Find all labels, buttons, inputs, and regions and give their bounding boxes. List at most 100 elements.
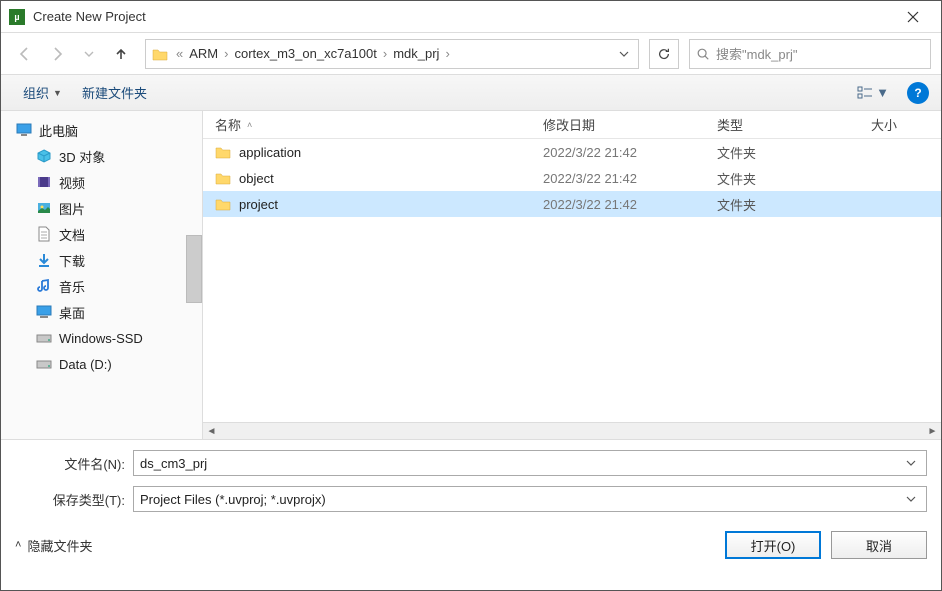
scroll-left-icon[interactable]: ◄	[203, 423, 220, 440]
sidebar-item-drive[interactable]: Data (D:)	[1, 351, 202, 377]
bottom-panel: 文件名(N): ds_cm3_prj 保存类型(T): Project File…	[1, 439, 941, 512]
main-area: 此电脑 3D 对象视频图片文档下载音乐桌面 Windows-SSD Data (D:)…	[1, 111, 941, 439]
folder-icon	[150, 44, 170, 64]
close-button[interactable]	[893, 1, 933, 33]
filetype-value: Project Files (*.uvproj; *.uvprojx)	[140, 492, 902, 507]
navigation-row: « ARM › cortex_m3_on_xc7a100t › mdk_prj …	[1, 33, 941, 75]
file-type: 文件夹	[705, 143, 859, 162]
file-row[interactable]: object 2022/3/22 21:42文件夹	[203, 165, 941, 191]
search-input[interactable]: 搜索"mdk_prj"	[689, 39, 931, 69]
footer: ˄ 隐藏文件夹 打开(O) 取消	[1, 522, 941, 568]
breadcrumb-cortex[interactable]: cortex_m3_on_xc7a100t	[230, 46, 380, 61]
file-type: 文件夹	[705, 195, 859, 214]
cancel-button[interactable]: 取消	[831, 531, 927, 559]
file-name: application	[239, 145, 301, 160]
up-button[interactable]	[107, 40, 135, 68]
filetype-label: 保存类型(T):	[15, 490, 133, 509]
sidebar-item-downloads[interactable]: 下载	[1, 247, 202, 273]
refresh-icon	[657, 47, 671, 61]
filename-value: ds_cm3_prj	[140, 456, 902, 471]
documents-icon	[35, 225, 53, 243]
sidebar-item-label: Data (D:)	[59, 357, 112, 372]
downloads-icon	[35, 251, 53, 269]
sidebar-item-label: 桌面	[59, 303, 85, 322]
window-title: Create New Project	[33, 9, 893, 24]
column-size[interactable]: 大小	[859, 115, 941, 134]
chevron-up-icon: ˄	[15, 539, 21, 551]
sidebar-item-label: 此电脑	[39, 121, 78, 140]
folder-icon	[215, 171, 231, 185]
sidebar-item-label: 视频	[59, 173, 85, 192]
music-icon	[35, 277, 53, 295]
breadcrumb-arm[interactable]: ARM	[185, 46, 222, 61]
open-button[interactable]: 打开(O)	[725, 531, 821, 559]
file-date: 2022/3/22 21:42	[531, 197, 705, 212]
pc-icon	[15, 121, 33, 139]
file-name: project	[239, 197, 278, 212]
recent-dropdown[interactable]	[75, 40, 103, 68]
sidebar-item-label: 3D 对象	[59, 147, 105, 166]
sidebar-item-label: 下载	[59, 251, 85, 270]
search-icon	[696, 47, 710, 61]
column-name[interactable]: 名称˄	[203, 115, 531, 134]
sidebar-item-3d[interactable]: 3D 对象	[1, 143, 202, 169]
hide-folders-toggle[interactable]: ˄ 隐藏文件夹	[15, 536, 92, 555]
horizontal-scrollbar[interactable]: ◄ ►	[203, 422, 941, 439]
folder-icon	[215, 197, 231, 211]
chevron-right-icon: ›	[222, 46, 230, 61]
folder-icon	[215, 145, 231, 159]
file-row[interactable]: application 2022/3/22 21:42文件夹	[203, 139, 941, 165]
chevron-right-icon: ›	[381, 46, 389, 61]
filetype-select[interactable]: Project Files (*.uvproj; *.uvprojx)	[133, 486, 927, 512]
desktop-icon	[35, 303, 53, 321]
forward-button[interactable]	[43, 40, 71, 68]
file-area: 名称˄ 修改日期 类型 大小 application 2022/3/22 21:4…	[203, 111, 941, 439]
file-list: application2022/3/22 21:42文件夹object2022/…	[203, 139, 941, 422]
filename-label: 文件名(N):	[15, 454, 133, 473]
file-date: 2022/3/22 21:42	[531, 171, 705, 186]
toolbar: 组织▼ 新建文件夹 ▼ ?	[1, 75, 941, 111]
breadcrumb-separator: «	[174, 46, 185, 61]
address-bar[interactable]: « ARM › cortex_m3_on_xc7a100t › mdk_prj …	[145, 39, 639, 69]
sidebar-item-documents[interactable]: 文档	[1, 221, 202, 247]
video-icon	[35, 173, 53, 191]
drive-icon	[35, 329, 53, 347]
sidebar-item-video[interactable]: 视频	[1, 169, 202, 195]
sidebar-item-music[interactable]: 音乐	[1, 273, 202, 299]
sidebar-scrollbar[interactable]	[186, 235, 202, 303]
scroll-right-icon[interactable]: ►	[924, 423, 941, 440]
app-icon: µ	[9, 9, 25, 25]
file-type: 文件夹	[705, 169, 859, 188]
filetype-dropdown[interactable]	[902, 494, 920, 504]
view-icon	[857, 86, 873, 100]
sidebar: 此电脑 3D 对象视频图片文档下载音乐桌面 Windows-SSD Data (D:)	[1, 111, 203, 439]
refresh-button[interactable]	[649, 39, 679, 69]
organize-button[interactable]: 组织▼	[13, 79, 72, 106]
sidebar-item-pictures[interactable]: 图片	[1, 195, 202, 221]
sidebar-item-pc[interactable]: 此电脑	[1, 117, 202, 143]
file-row[interactable]: project 2022/3/22 21:42文件夹	[203, 191, 941, 217]
column-date[interactable]: 修改日期	[531, 115, 705, 134]
drive-icon	[35, 355, 53, 373]
filename-dropdown[interactable]	[902, 458, 920, 468]
help-button[interactable]: ?	[907, 82, 929, 104]
sidebar-item-label: Windows-SSD	[59, 331, 143, 346]
sidebar-item-desktop[interactable]: 桌面	[1, 299, 202, 325]
filename-input[interactable]: ds_cm3_prj	[133, 450, 927, 476]
close-icon	[907, 11, 919, 23]
new-folder-button[interactable]: 新建文件夹	[72, 79, 157, 106]
breadcrumb-mdkprj[interactable]: mdk_prj	[389, 46, 443, 61]
back-button[interactable]	[11, 40, 39, 68]
view-options-button[interactable]: ▼	[849, 81, 897, 105]
sidebar-item-label: 图片	[59, 199, 85, 218]
address-dropdown[interactable]	[614, 49, 634, 59]
sidebar-item-drive[interactable]: Windows-SSD	[1, 325, 202, 351]
column-type[interactable]: 类型	[705, 115, 859, 134]
column-headers: 名称˄ 修改日期 类型 大小	[203, 111, 941, 139]
file-date: 2022/3/22 21:42	[531, 145, 705, 160]
search-placeholder: 搜索"mdk_prj"	[716, 44, 797, 63]
sidebar-item-label: 文档	[59, 225, 85, 244]
file-name: object	[239, 171, 274, 186]
pictures-icon	[35, 199, 53, 217]
chevron-right-icon: ›	[443, 46, 451, 61]
